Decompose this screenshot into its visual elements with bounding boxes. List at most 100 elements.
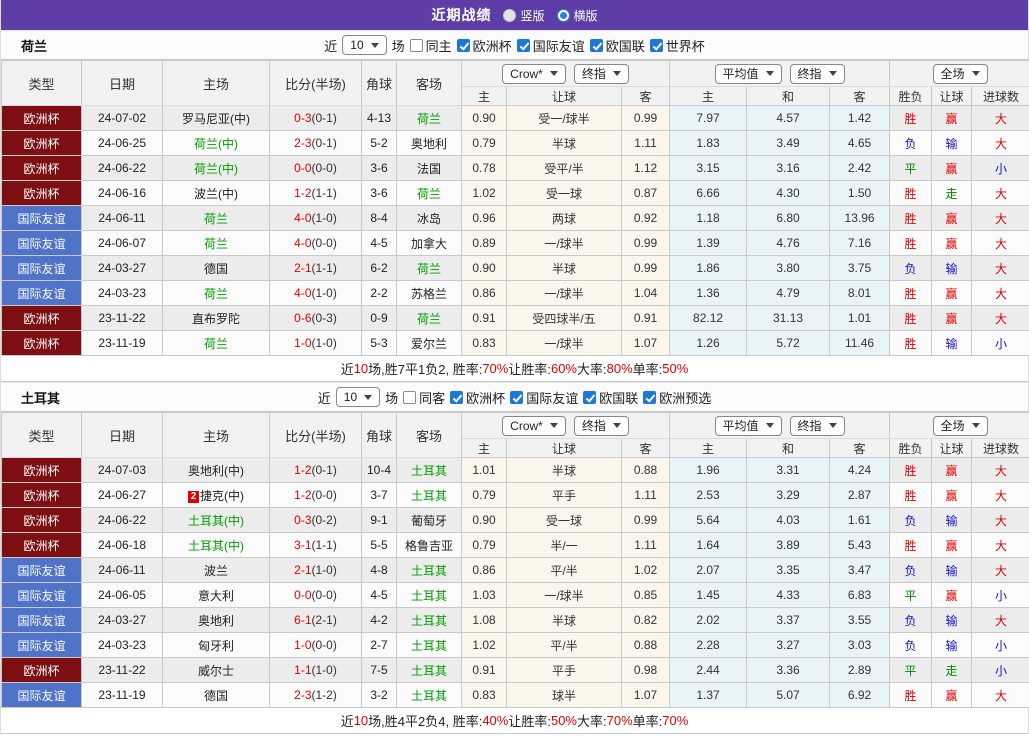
competition-filter-0[interactable]: 欧洲杯 — [450, 388, 505, 407]
competition-label: 欧洲杯 — [466, 390, 506, 406]
layout-radio-vertical[interactable]: 竖版 — [503, 7, 545, 24]
fulltime-score: 3-1 — [294, 538, 312, 552]
odds-home-cell: 1.03 — [461, 582, 507, 608]
competition-checkbox-0[interactable] — [450, 390, 464, 404]
odds-away-cell: 1.07 — [620, 682, 671, 708]
avg-stage-select[interactable]: 终指 — [789, 415, 845, 436]
avg-source-select[interactable]: 平均值 — [714, 63, 782, 84]
scope-select[interactable]: 全场 — [932, 63, 988, 84]
odds-home-cell: 0.83 — [461, 330, 507, 356]
handicap-cell: 半球 — [506, 130, 622, 156]
same-venue-checkbox[interactable] — [409, 38, 423, 52]
corner-cell: 0-9 — [361, 305, 397, 331]
competition-filter-1[interactable]: 国际友谊 — [516, 36, 585, 55]
away-team-cell: 荷兰 — [396, 180, 462, 206]
chevron-down-icon — [971, 71, 980, 76]
sub-header-4: 和 — [746, 86, 831, 106]
competition-filter-3[interactable]: 世界杯 — [649, 36, 705, 55]
away-team-name: 土耳其 — [410, 463, 447, 478]
near-label: 近 — [324, 38, 338, 54]
odds-source-select[interactable]: Crow* — [502, 63, 566, 84]
halftime-score: (2-1) — [311, 613, 337, 627]
summary-segment: 大率: — [577, 714, 607, 729]
match-row: 欧洲杯 24-06-16 波兰(中) 1-2(1-1) 3-6 荷兰 1.02 受一球 0.87… — [1, 180, 1029, 206]
competition-filter-0[interactable]: 欧洲杯 — [456, 36, 512, 55]
odds-stage-select[interactable]: 终指 — [573, 63, 629, 84]
same-venue-filter[interactable]: 同客 — [403, 388, 445, 407]
chevron-down-icon — [370, 42, 379, 48]
column-header-2: 主场 — [162, 412, 270, 458]
home-team-name: 意大利 — [197, 588, 234, 603]
competition-checkbox-2[interactable] — [583, 390, 597, 404]
competition-label: 世界杯 — [665, 38, 705, 54]
results-table: 类型 日期 主场 比分(半场) 角球 客场 Crow* 终指 平均值 终指 全场主让球客主和客胜负让… — [1, 60, 1029, 356]
competition-cell: 国际友谊 — [1, 682, 82, 708]
handicap-result-cell: 输 — [931, 130, 973, 156]
avg-away-cell: 2.42 — [829, 155, 891, 181]
score-cell: 0-6(0-3) — [269, 305, 362, 331]
avg-home-cell: 5.64 — [669, 507, 748, 533]
handicap-cell: 受一/球半 — [506, 105, 622, 131]
competition-checkbox-3[interactable] — [649, 38, 663, 52]
competition-filter-3[interactable]: 欧洲预选 — [643, 388, 711, 407]
match-count-select[interactable]: 10 — [335, 387, 381, 407]
odds-source-select[interactable]: Crow* — [502, 415, 566, 436]
competition-filter-2[interactable]: 欧国联 — [589, 36, 645, 55]
match-count-select[interactable]: 10 — [342, 35, 387, 55]
sub-header-8: 进球数 — [971, 438, 1029, 458]
competition-checkbox-3[interactable] — [643, 390, 657, 404]
odds-away-cell: 1.04 — [620, 280, 671, 306]
odds-home-cell: 0.79 — [461, 130, 507, 156]
result-cell: 胜 — [889, 180, 933, 206]
competition-checkbox-0[interactable] — [456, 38, 470, 52]
avg-source-select[interactable]: 平均值 — [714, 415, 782, 436]
handicap-cell: 平/半 — [506, 632, 622, 658]
corner-cell: 6-2 — [361, 255, 397, 281]
handicap-cell: 一/球半 — [506, 582, 622, 608]
home-team-cell: 土耳其(中) — [162, 507, 270, 533]
competition-filter-1[interactable]: 国际友谊 — [510, 388, 578, 407]
home-team-name: 德国 — [203, 688, 228, 703]
sub-header-3: 主 — [669, 86, 748, 106]
handicap-result-cell: 走 — [931, 657, 973, 683]
summary-segment: 让胜率: — [508, 362, 551, 377]
sub-header-5: 客 — [829, 438, 891, 458]
corner-cell: 5-5 — [361, 532, 397, 558]
avg-away-cell: 4.24 — [829, 457, 891, 483]
handicap-result-cell: 赢 — [931, 205, 973, 231]
summary-segment: 50% — [662, 361, 689, 376]
competition-checkbox-1[interactable] — [510, 390, 524, 404]
corner-cell: 8-4 — [361, 205, 397, 231]
competition-cell: 国际友谊 — [1, 255, 82, 281]
column-header-3: 比分(半场) — [269, 60, 362, 106]
avg-away-cell: 6.83 — [829, 582, 891, 608]
competition-checkbox-2[interactable] — [589, 38, 603, 52]
home-team-cell: 荷兰 — [162, 280, 270, 306]
fulltime-score: 4-0 — [294, 211, 312, 225]
summary-segment: 10 — [353, 361, 369, 376]
summary-segment: 单率: — [632, 362, 663, 377]
sub-header-5: 客 — [829, 86, 891, 106]
match-row: 欧洲杯 23-11-22 直布罗陀 0-6(0-3) 0-9 荷兰 0.91 受四球半/五 0.… — [1, 305, 1029, 331]
same-venue-checkbox[interactable] — [403, 390, 417, 404]
score-cell: 1-2(0-0) — [269, 482, 362, 508]
avg-stage-select[interactable]: 终指 — [789, 63, 845, 84]
odds-home-cell: 1.02 — [461, 180, 507, 206]
match-date: 24-03-23 — [81, 632, 163, 658]
same-venue-label: 同主 — [425, 38, 452, 54]
competition-filter-2[interactable]: 欧国联 — [583, 388, 638, 407]
result-cell: 胜 — [889, 682, 933, 708]
scope-select[interactable]: 全场 — [932, 415, 988, 436]
home-team-cell: 威尔士 — [162, 657, 270, 683]
column-header-5: 客场 — [396, 412, 462, 458]
result-cell: 平 — [889, 657, 933, 683]
sub-header-8: 进球数 — [971, 86, 1029, 106]
team-name: 荷兰 — [21, 38, 48, 54]
competition-checkbox-1[interactable] — [516, 38, 530, 52]
same-venue-filter[interactable]: 同主 — [409, 36, 452, 55]
layout-radio-horizontal[interactable]: 横版 — [556, 7, 598, 24]
odds-home-cell: 0.90 — [461, 105, 507, 131]
odds-home-cell: 0.86 — [461, 557, 507, 583]
home-team-name: 土耳其(中) — [188, 513, 244, 528]
odds-stage-select[interactable]: 终指 — [573, 415, 629, 436]
